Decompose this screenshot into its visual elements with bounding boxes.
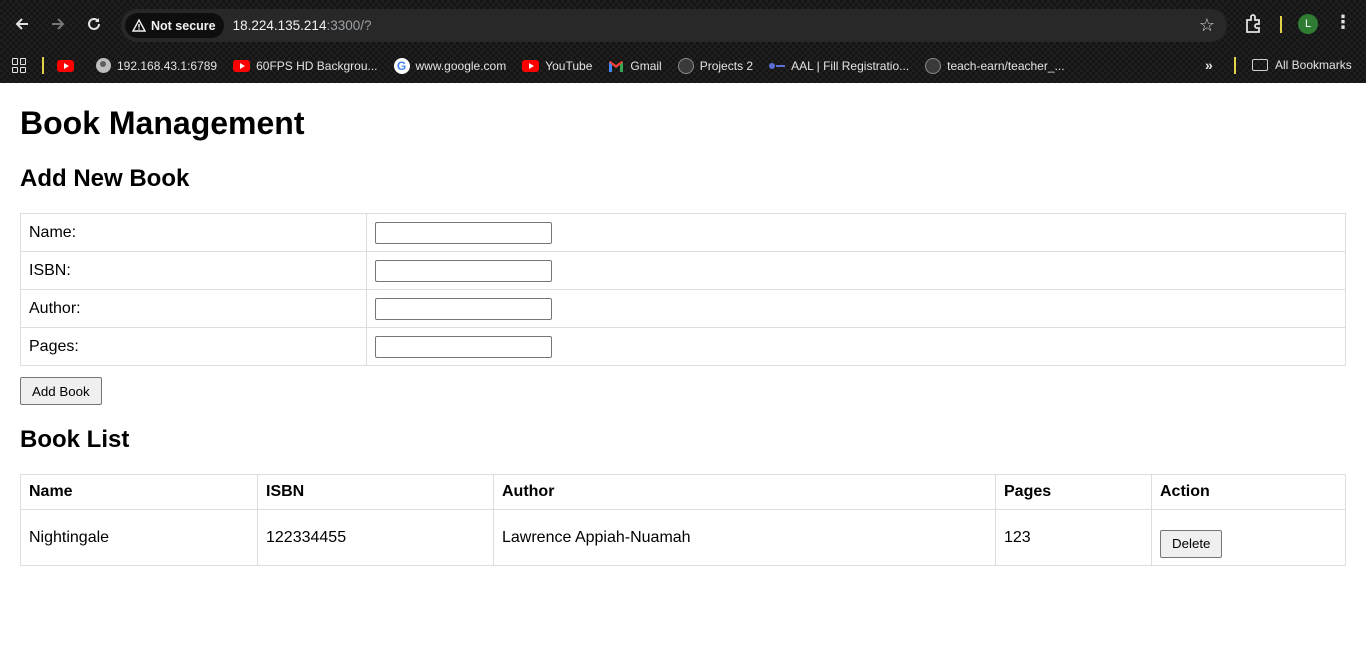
github-icon — [677, 57, 694, 74]
menu-kebab-icon[interactable]: ⋮ — [1334, 12, 1352, 33]
bookmark-label: Gmail — [630, 58, 662, 73]
bookmark-label: YouTube — [545, 58, 593, 73]
table-header-row: Name ISBN Author Pages Action — [20, 474, 1346, 510]
address-bar[interactable]: Not secure 18.224.135.214:3300/? ☆ — [121, 9, 1227, 42]
youtube-icon — [233, 59, 251, 72]
book-author-cell: Lawrence Appiah-Nuamah — [493, 509, 996, 566]
name-label: Name: — [20, 213, 367, 252]
bookmark-label: teach-earn/teacher_... — [947, 58, 1065, 73]
author-label: Author: — [20, 289, 367, 328]
book-action-cell: Delete — [1151, 509, 1346, 566]
bookmark-label: Projects 2 — [699, 58, 754, 73]
folder-icon — [1252, 59, 1268, 71]
book-list-table: Name ISBN Author Pages Action Nightingal… — [20, 474, 1346, 566]
url-text[interactable]: 18.224.135.214:3300/? — [233, 18, 372, 33]
add-book-form: Name: ISBN: Author: Pages: — [20, 213, 1346, 366]
table-row: Nightingale 122334455 Lawrence Appiah-Nu… — [20, 509, 1346, 566]
bookmark-item[interactable]: Gmail — [608, 58, 662, 73]
browser-toolbar: Not secure 18.224.135.214:3300/? ☆ L ⋮ — [0, 0, 1366, 48]
bookmark-item[interactable]: YouTube — [522, 59, 592, 73]
delete-button[interactable]: Delete — [1160, 529, 1223, 558]
book-pages-cell: 123 — [995, 509, 1152, 566]
book-name-cell: Nightingale — [20, 509, 258, 566]
bookmark-label: 192.168.43.1:6789 — [117, 58, 218, 73]
warning-icon — [132, 19, 146, 32]
reload-icon[interactable] — [80, 10, 108, 38]
bookmark-item[interactable]: 60FPS HD Backgrou... — [233, 58, 378, 73]
all-bookmarks-label: All Bookmarks — [1275, 58, 1352, 72]
bookmark-star-icon[interactable]: ☆ — [1199, 15, 1215, 36]
github-icon — [925, 57, 942, 74]
form-input-cell — [366, 289, 1346, 328]
author-input[interactable] — [375, 297, 552, 320]
form-input-cell — [366, 327, 1346, 366]
book-isbn-cell: 122334455 — [257, 509, 494, 566]
bookmark-label: 60FPS HD Backgrou... — [256, 58, 378, 73]
bookmark-item[interactable]: 192.168.43.1:6789 — [96, 58, 217, 73]
apps-grid-icon[interactable] — [12, 58, 27, 73]
isbn-input[interactable] — [375, 259, 552, 282]
bookmark-label: www.google.com — [415, 58, 507, 73]
add-book-button[interactable]: Add Book — [20, 377, 102, 405]
name-input[interactable] — [375, 221, 552, 244]
form-input-cell — [366, 251, 1346, 290]
page-title: Book Management — [20, 105, 305, 141]
bookmark-item[interactable]: AAL | Fill Registratio... — [769, 59, 909, 73]
url-host: 18.224.135.214 — [232, 18, 327, 33]
bookmark-label: AAL | Fill Registratio... — [791, 58, 910, 73]
bookmark-item[interactable]: Gwww.google.com — [393, 57, 507, 74]
bookmark-item[interactable]: Projects 2 — [677, 57, 754, 74]
youtube-icon — [522, 59, 540, 72]
gmail-icon — [609, 60, 624, 72]
toolbar-divider — [1280, 16, 1282, 33]
bookmark-item[interactable]: teach-earn/teacher_... — [925, 57, 1065, 74]
column-header-pages: Pages — [995, 474, 1152, 510]
isbn-label: ISBN: — [20, 251, 367, 290]
bookmark-item[interactable] — [57, 59, 80, 72]
all-bookmarks-button[interactable]: All Bookmarks — [1252, 58, 1352, 72]
column-header-isbn: ISBN — [257, 474, 494, 510]
page-content: Book Management Add New Book Name: ISBN:… — [0, 104, 1366, 566]
pages-label: Pages: — [20, 327, 367, 366]
form-row-pages: Pages: — [20, 327, 1346, 366]
bookmarks-divider — [1234, 57, 1236, 74]
more-bookmarks-icon[interactable]: » — [1205, 57, 1213, 73]
bookmarks-bar: 192.168.43.1:6789 60FPS HD Backgrou... G… — [0, 48, 1366, 83]
forward-icon[interactable] — [44, 10, 72, 38]
profile-avatar[interactable]: L — [1298, 14, 1318, 34]
column-header-name: Name — [20, 474, 258, 510]
aal-icon — [769, 62, 786, 70]
column-header-action: Action — [1151, 474, 1346, 510]
extensions-icon[interactable] — [1242, 12, 1266, 36]
form-row-author: Author: — [20, 289, 1346, 328]
form-input-cell — [366, 213, 1346, 252]
column-header-author: Author — [493, 474, 996, 510]
add-book-heading: Add New Book — [20, 165, 190, 192]
pages-input[interactable] — [375, 335, 552, 358]
security-label: Not secure — [151, 18, 216, 33]
back-icon[interactable] — [8, 10, 36, 38]
url-path: :3300/? — [326, 18, 372, 33]
security-chip[interactable]: Not secure — [125, 13, 224, 38]
globe-icon — [96, 58, 111, 73]
bookmarks-divider — [42, 57, 44, 74]
form-row-isbn: ISBN: — [20, 251, 1346, 290]
youtube-icon — [57, 59, 74, 72]
browser-chrome: Not secure 18.224.135.214:3300/? ☆ L ⋮ 1… — [0, 0, 1366, 83]
book-list-heading: Book List — [20, 426, 130, 453]
form-row-name: Name: — [20, 213, 1346, 252]
google-icon: G — [393, 57, 410, 74]
